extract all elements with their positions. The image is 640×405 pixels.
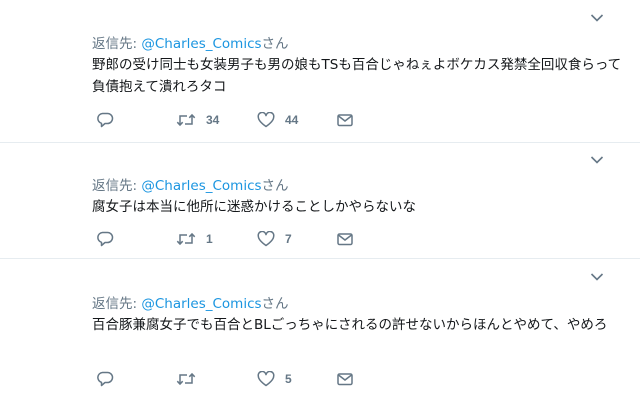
reply-icon: [97, 231, 114, 247]
direct-message-button[interactable]: [336, 110, 354, 130]
tweet-actions: 5: [92, 369, 392, 389]
reply-prefix: 返信先:: [92, 178, 142, 194]
like-button[interactable]: 44: [257, 110, 298, 130]
heart-icon: [257, 231, 275, 247]
reply-button[interactable]: [96, 110, 114, 130]
like-count: 5: [285, 372, 292, 386]
reply-prefix: 返信先:: [92, 36, 142, 52]
direct-message-button[interactable]: [336, 369, 354, 389]
like-count: 44: [285, 113, 299, 127]
retweet-icon: [176, 232, 196, 246]
tweet-text: 腐女子は本当に他所に迷惑かけることしかやらないな: [92, 199, 416, 215]
reply-suffix: さん: [261, 296, 289, 312]
tweet-3[interactable]: 返信先: @Charles_Comicsさん 百合豚兼腐女子でも百合とBLごっち…: [0, 259, 640, 405]
retweet-icon: [176, 113, 196, 127]
reply-button[interactable]: [96, 369, 114, 389]
retweet-button[interactable]: [176, 369, 206, 389]
reply-context: 返信先: @Charles_Comicsさん: [92, 174, 289, 194]
reply-mention-link[interactable]: @Charles_Comics: [141, 296, 261, 312]
retweet-count: 1: [206, 232, 213, 246]
reply-context: 返信先: @Charles_Comicsさん: [92, 32, 289, 52]
reply-mention-link[interactable]: @Charles_Comics: [141, 36, 261, 52]
heart-icon: [257, 112, 275, 128]
retweet-button[interactable]: 1: [176, 229, 213, 249]
envelope-icon: [337, 114, 353, 127]
reply-prefix: 返信先:: [92, 296, 142, 312]
reply-icon: [97, 371, 114, 387]
reply-icon: [97, 112, 114, 128]
chevron-down-icon[interactable]: [590, 155, 604, 165]
reply-suffix: さん: [261, 178, 289, 194]
tweet-actions: 34 44: [92, 110, 392, 130]
retweet-icon: [176, 372, 196, 386]
like-button[interactable]: 5: [257, 369, 292, 389]
retweet-button[interactable]: 34: [176, 110, 219, 130]
retweet-count: 34: [206, 113, 220, 127]
chevron-down-icon[interactable]: [590, 13, 604, 23]
like-count: 7: [285, 232, 292, 246]
reply-button[interactable]: [96, 229, 114, 249]
tweet-2[interactable]: 返信先: @Charles_Comicsさん 腐女子は本当に他所に迷惑かけること…: [0, 143, 640, 258]
reply-mention-link[interactable]: @Charles_Comics: [141, 178, 261, 194]
direct-message-button[interactable]: [336, 229, 354, 249]
tweet-1[interactable]: 返信先: @Charles_Comicsさん 野郎の受け同士も女装男子も男の娘も…: [0, 0, 640, 142]
like-button[interactable]: 7: [257, 229, 292, 249]
envelope-icon: [337, 233, 353, 246]
tweet-actions: 1 7: [92, 229, 392, 249]
chevron-down-icon[interactable]: [590, 272, 604, 282]
heart-icon: [257, 371, 275, 387]
tweet-text: 百合豚兼腐女子でも百合とBLごっちゃにされるの許せないからほんとやめて、やめろ: [92, 317, 608, 333]
reply-context: 返信先: @Charles_Comicsさん: [92, 292, 289, 312]
reply-suffix: さん: [261, 36, 289, 52]
tweet-text: 野郎の受け同士も女装男子も男の娘もTSも百合じゃねぇよボケカス発禁全回収食らって…: [92, 57, 622, 95]
envelope-icon: [337, 373, 353, 386]
